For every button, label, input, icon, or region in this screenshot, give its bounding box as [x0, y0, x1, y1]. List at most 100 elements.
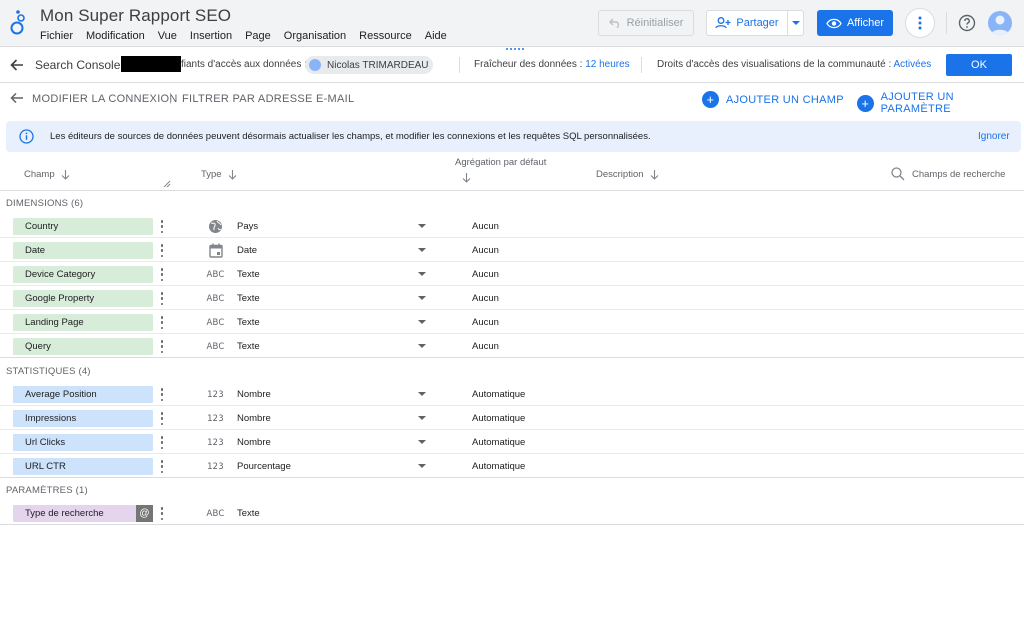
table-row[interactable]: Device Category ABC Texte Aucun	[0, 262, 1024, 286]
table-row[interactable]: Country Pays Aucun	[0, 214, 1024, 238]
aggregation-value[interactable]: Aucun	[472, 293, 499, 304]
share-main[interactable]: Partager	[707, 11, 787, 35]
menu-help[interactable]: Aide	[425, 30, 447, 42]
type-dropdown-caret[interactable]	[418, 296, 426, 300]
column-header-description[interactable]: Description	[596, 169, 659, 180]
more-vert-icon[interactable]	[158, 411, 166, 426]
type-dropdown-caret[interactable]	[418, 392, 426, 396]
field-chip[interactable]: Average Position	[13, 386, 153, 403]
more-vert-icon[interactable]	[158, 267, 166, 282]
sort-arrow-icon[interactable]	[462, 173, 471, 183]
table-row[interactable]: Date Date Aucun	[0, 238, 1024, 262]
reset-button[interactable]: Réinitialiser	[598, 10, 694, 36]
table-row[interactable]: Url Clicks 123 Nombre Automatique	[0, 430, 1024, 454]
type-dropdown-caret[interactable]	[418, 464, 426, 468]
aggregation-value[interactable]: Automatique	[472, 461, 525, 472]
add-parameter-button[interactable]: + AJOUTER UN PARAMÈTRE	[857, 91, 1024, 115]
back-arrow-icon[interactable]	[10, 91, 24, 105]
column-header-field[interactable]: Champ	[24, 169, 70, 180]
field-chip[interactable]: Impressions	[13, 410, 153, 427]
type-dropdown-caret[interactable]	[418, 320, 426, 324]
more-vert-icon[interactable]	[158, 459, 166, 474]
field-search-input[interactable]	[912, 165, 1012, 183]
freshness-link[interactable]: 12 heures	[585, 59, 629, 70]
share-dropdown[interactable]	[787, 11, 803, 35]
type-value[interactable]: Pourcentage	[237, 461, 291, 472]
field-chip[interactable]: Url Clicks	[13, 434, 153, 451]
type-value[interactable]: Texte	[237, 341, 260, 352]
type-value[interactable]: Pays	[237, 221, 258, 232]
back-arrow-icon[interactable]	[9, 57, 25, 73]
report-title[interactable]: Mon Super Rapport SEO	[40, 6, 231, 26]
type-value[interactable]: Nombre	[237, 413, 271, 424]
ok-button[interactable]: OK	[946, 54, 1012, 76]
table-row[interactable]: Landing Page ABC Texte Aucun	[0, 310, 1024, 334]
menu-insert[interactable]: Insertion	[190, 30, 232, 42]
column-header-type[interactable]: Type	[201, 169, 237, 180]
menu-file[interactable]: Fichier	[40, 30, 73, 42]
share-button[interactable]: Partager	[706, 10, 804, 36]
table-row[interactable]: Average Position 123 Nombre Automatique	[0, 382, 1024, 406]
field-chip[interactable]: URL CTR	[13, 458, 153, 475]
field-chip[interactable]: Country	[13, 218, 153, 235]
aggregation-value[interactable]: Aucun	[472, 269, 499, 280]
type-value[interactable]: Nombre	[237, 389, 271, 400]
account-avatar[interactable]	[988, 11, 1012, 35]
aggregation-value[interactable]: Aucun	[472, 317, 499, 328]
view-button[interactable]: Afficher	[817, 10, 893, 36]
aggregation-value[interactable]: Automatique	[472, 389, 525, 400]
field-chip[interactable]: Device Category	[13, 266, 153, 283]
more-options-button[interactable]	[905, 8, 935, 38]
type-dropdown-caret[interactable]	[418, 272, 426, 276]
help-button[interactable]	[956, 12, 978, 34]
ignore-button[interactable]: Ignorer	[978, 131, 1010, 142]
credentials-owner-chip[interactable]: Nicolas TRIMARDEAU	[305, 56, 433, 74]
table-row[interactable]: Type de recherche @ ABC Texte	[0, 501, 1024, 525]
more-vert-icon[interactable]	[158, 291, 166, 306]
aggregation-value[interactable]: Automatique	[472, 437, 525, 448]
more-vert-icon[interactable]	[158, 339, 166, 354]
more-vert-icon[interactable]	[158, 435, 166, 450]
column-resize-icon[interactable]	[163, 180, 171, 188]
menu-view[interactable]: Vue	[158, 30, 177, 42]
table-row[interactable]: Query ABC Texte Aucun	[0, 334, 1024, 358]
table-row[interactable]: Google Property ABC Texte Aucun	[0, 286, 1024, 310]
type-value[interactable]: Date	[237, 245, 257, 256]
aggregation-value[interactable]: Automatique	[472, 413, 525, 424]
add-field-button[interactable]: + AJOUTER UN CHAMP	[702, 91, 844, 108]
type-value[interactable]: Texte	[237, 293, 260, 304]
table-row[interactable]: URL CTR 123 Pourcentage Automatique	[0, 454, 1024, 478]
more-vert-icon[interactable]	[158, 219, 166, 234]
type-value[interactable]: Nombre	[237, 437, 271, 448]
field-chip[interactable]: Query	[13, 338, 153, 355]
column-header-aggregation[interactable]: Agrégation par défaut	[455, 157, 546, 168]
type-dropdown-caret[interactable]	[418, 416, 426, 420]
menu-arrange[interactable]: Organisation	[284, 30, 346, 42]
aggregation-value[interactable]: Aucun	[472, 341, 499, 352]
aggregation-value[interactable]: Aucun	[472, 221, 499, 232]
datasource-name[interactable]: Search Console	[35, 58, 120, 72]
rights-link[interactable]: Activées	[893, 59, 931, 70]
type-value[interactable]: Texte	[237, 269, 260, 280]
more-vert-icon[interactable]	[158, 387, 166, 402]
edit-connection-button[interactable]: MODIFIER LA CONNEXION	[32, 93, 178, 105]
menu-page[interactable]: Page	[245, 30, 271, 42]
field-chip[interactable]: Landing Page	[13, 314, 153, 331]
more-vert-icon[interactable]	[158, 243, 166, 258]
field-chip[interactable]: Type de recherche	[13, 505, 136, 522]
table-row[interactable]: Impressions 123 Nombre Automatique	[0, 406, 1024, 430]
type-dropdown-caret[interactable]	[418, 440, 426, 444]
more-vert-icon[interactable]	[158, 315, 166, 330]
field-chip[interactable]: Google Property	[13, 290, 153, 307]
aggregation-value[interactable]: Aucun	[472, 245, 499, 256]
menu-resource[interactable]: Ressource	[359, 30, 412, 42]
filter-by-email-button[interactable]: FILTRER PAR ADRESSE E-MAIL	[182, 93, 354, 105]
resize-handle[interactable]	[506, 48, 524, 50]
menu-edit[interactable]: Modification	[86, 30, 145, 42]
type-value[interactable]: Texte	[237, 317, 260, 328]
type-dropdown-caret[interactable]	[418, 344, 426, 348]
type-dropdown-caret[interactable]	[418, 248, 426, 252]
more-vert-icon[interactable]	[158, 506, 166, 521]
type-dropdown-caret[interactable]	[418, 224, 426, 228]
field-chip[interactable]: Date	[13, 242, 153, 259]
